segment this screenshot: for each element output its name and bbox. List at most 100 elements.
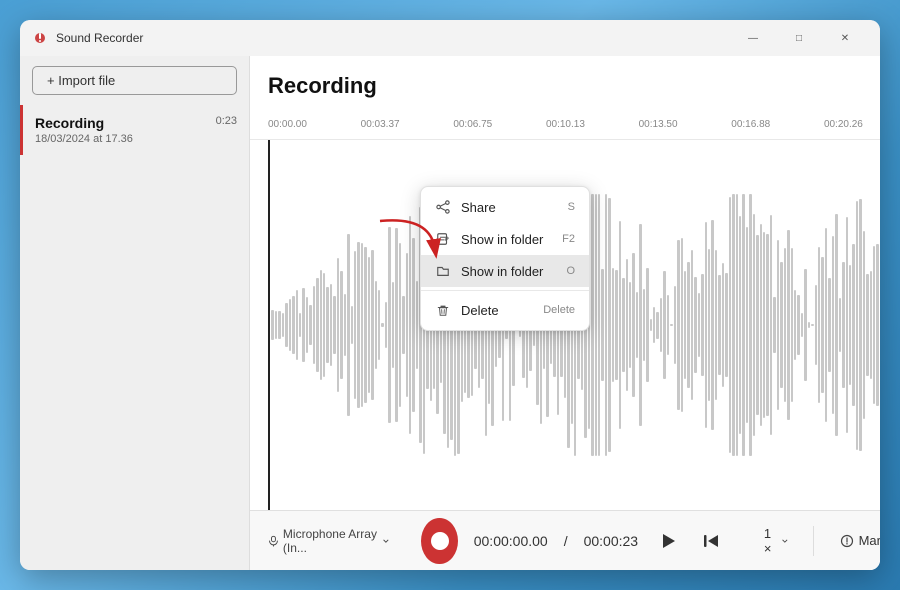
waveform-bar <box>780 262 782 388</box>
waveform-bar <box>595 194 597 457</box>
waveform-bar <box>667 295 669 354</box>
waveform-bar <box>863 231 865 419</box>
main-header: Recording <box>250 56 880 110</box>
playhead <box>268 140 270 510</box>
waveform-bar <box>694 277 696 373</box>
waveform-bar <box>598 194 600 457</box>
waveform-bar <box>615 270 617 379</box>
waveform-bar <box>302 288 304 363</box>
timeline-labels: 00:00.00 00:03.37 00:06.75 00:10.13 00:1… <box>268 119 880 130</box>
waveform-bar <box>746 227 748 423</box>
recording-duration: 0:23 <box>216 115 237 127</box>
waveform-bar <box>632 253 634 396</box>
menu-folder-shortcut: O <box>566 265 575 277</box>
waveform-bar <box>815 285 817 366</box>
waveform-bar <box>296 290 298 359</box>
waveform-bar <box>715 250 717 400</box>
play-icon <box>659 532 677 550</box>
mark-label: Mark <box>859 533 880 548</box>
waveform-bar <box>622 278 624 372</box>
waveform-bar <box>849 265 851 386</box>
waveform-bar <box>749 194 751 457</box>
maximize-button[interactable]: □ <box>776 22 822 54</box>
skip-back-button[interactable] <box>699 525 724 557</box>
recording-name: Recording <box>35 115 237 131</box>
time-separator: / <box>564 533 568 549</box>
time-total: 00:00:23 <box>584 533 639 549</box>
recording-list-item[interactable]: Recording 18/03/2024 at 17.36 0:23 <box>20 105 249 155</box>
waveform-bar <box>663 271 665 379</box>
record-button[interactable] <box>421 518 457 564</box>
waveform-bar <box>639 224 641 427</box>
waveform-bar <box>626 259 628 390</box>
waveform-bar <box>756 235 758 416</box>
waveform-bar <box>804 269 806 380</box>
waveform-bar <box>381 323 383 327</box>
menu-share-shortcut: S <box>568 201 575 213</box>
minimize-button[interactable]: — <box>730 22 776 54</box>
waveform-bar <box>292 296 294 354</box>
menu-delete-label: Delete <box>461 303 533 318</box>
menu-item-share[interactable]: Share S <box>421 191 589 223</box>
waveform-bar <box>402 296 404 354</box>
waveform-bar <box>409 216 411 435</box>
waveform-bar <box>832 236 834 415</box>
waveform-bar <box>825 228 827 422</box>
waveform-bar <box>309 305 311 344</box>
waveform-bar <box>385 302 387 349</box>
waveform-bar <box>653 307 655 343</box>
mark-button[interactable]: Mark <box>830 529 880 552</box>
mark-divider <box>813 526 814 556</box>
waveform-bar <box>866 274 868 376</box>
waveform-bar <box>791 248 793 402</box>
waveform-bar <box>736 194 738 457</box>
app-icon <box>32 30 48 46</box>
speed-label: 1 × <box>764 526 778 556</box>
mic-icon <box>268 534 279 548</box>
waveform-bar <box>856 201 858 450</box>
timeline-label-0: 00:00.00 <box>268 119 307 130</box>
waveform-bar <box>282 313 284 337</box>
time-current: 00:00:00.00 <box>474 533 548 549</box>
waveform-bar <box>708 249 710 401</box>
waveform-bar <box>306 297 308 352</box>
waveform-bar <box>646 268 648 383</box>
speed-selector[interactable]: 1 × <box>756 522 797 560</box>
waveform-bar <box>601 269 603 381</box>
waveform-bar <box>619 221 621 429</box>
waveform-bar <box>839 298 841 351</box>
waveform-bar <box>395 228 397 423</box>
window-title: Sound Recorder <box>56 31 730 45</box>
waveform-bar <box>763 232 765 417</box>
mic-label: Microphone Array (In... <box>283 527 378 555</box>
menu-item-show-folder[interactable]: Show in folder O <box>421 255 589 287</box>
waveform-bar <box>364 247 366 403</box>
waveform-bar <box>821 257 823 392</box>
waveform-bar <box>670 324 672 327</box>
waveform-bar <box>873 246 875 404</box>
timeline-label-2: 00:06.75 <box>453 119 492 130</box>
waveform-bar <box>285 303 287 347</box>
mic-selector[interactable]: Microphone Array (In... <box>268 527 389 555</box>
waveform-bar <box>691 250 693 399</box>
waveform-bar <box>725 273 727 377</box>
waveform-bar <box>299 313 301 337</box>
close-button[interactable]: ✕ <box>822 22 868 54</box>
waveform-bar <box>677 240 679 409</box>
waveform-bar <box>797 295 799 355</box>
waveform-bar <box>718 275 720 374</box>
waveform-bar <box>859 199 861 452</box>
sidebar: + Import file Recording 18/03/2024 at 17… <box>20 56 250 570</box>
timeline-label-1: 00:03.37 <box>361 119 400 130</box>
waveform-bar <box>701 274 703 376</box>
waveform-bar <box>808 322 810 328</box>
import-file-button[interactable]: + Import file <box>32 66 237 95</box>
waveform-bar <box>278 311 280 340</box>
waveform-bar <box>787 230 789 420</box>
menu-item-delete[interactable]: Delete Delete <box>421 294 589 326</box>
waveform-bar <box>388 227 390 424</box>
waveform-bar <box>801 313 803 338</box>
menu-item-rename[interactable]: Show in folder F2 <box>421 223 589 255</box>
play-button[interactable] <box>654 523 682 559</box>
waveform-bar <box>378 290 380 361</box>
